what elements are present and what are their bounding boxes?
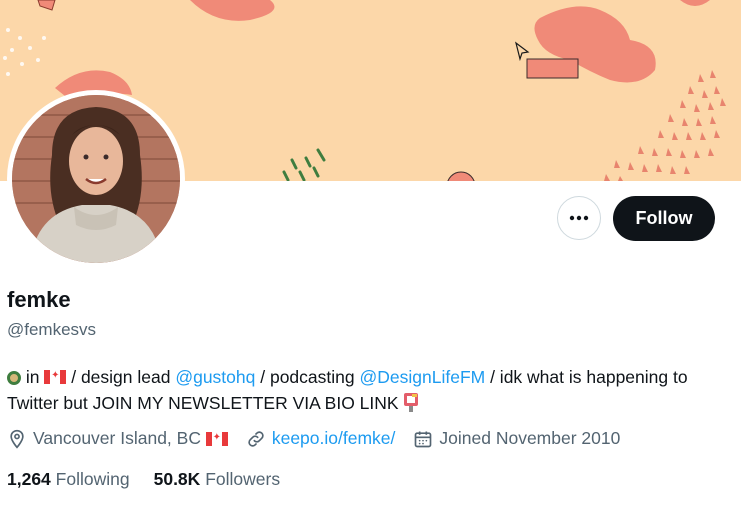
profile-location: Vancouver Island, BC (7, 428, 228, 449)
profile-avatar[interactable] (7, 90, 185, 268)
canada-flag-icon (205, 431, 228, 446)
profile-bio: in / design lead @gustohq / podcasting @… (7, 364, 727, 416)
following-count-link[interactable]: 1,264 Following (7, 469, 130, 490)
following-label: Following (55, 469, 130, 489)
designlife-mention-link[interactable]: @DesignLifeFM (359, 367, 485, 387)
more-dots-icon (569, 215, 589, 221)
profile-name: femke (7, 287, 71, 312)
canada-flag-icon (44, 369, 67, 384)
calendar-icon (415, 431, 432, 447)
location-text: Vancouver Island, BC (33, 428, 201, 448)
location-pin-icon (10, 429, 24, 449)
kiwi-emoji-icon (7, 371, 21, 385)
bio-text-podcasting: / podcasting (255, 367, 360, 387)
followers-count-link[interactable]: 50.8K Followers (154, 469, 280, 490)
website-link[interactable]: keepo.io/femke/ (272, 428, 396, 449)
profile-joined: Joined November 2010 (413, 428, 620, 449)
bio-text-in: in (21, 367, 45, 387)
profile-counts: 1,264 Following 50.8K Followers (7, 469, 304, 490)
mailbox-emoji-icon (403, 392, 419, 412)
follow-button[interactable]: Follow (613, 196, 715, 241)
gusto-mention-link[interactable]: @gustohq (175, 367, 255, 387)
profile-meta: Vancouver Island, BC keepo.io/femke/ Joi… (7, 428, 638, 449)
profile-website[interactable]: keepo.io/femke/ (246, 428, 396, 449)
profile-handle: @femkesvs (7, 320, 97, 339)
more-options-button[interactable] (557, 196, 601, 240)
followers-label: Followers (205, 469, 281, 489)
link-icon (248, 430, 264, 447)
bio-text-design-lead: / design lead (66, 367, 176, 387)
following-count: 1,264 (7, 469, 51, 489)
joined-text: Joined November 2010 (439, 428, 621, 448)
avatar-photo (12, 95, 180, 263)
followers-count: 50.8K (153, 469, 201, 489)
